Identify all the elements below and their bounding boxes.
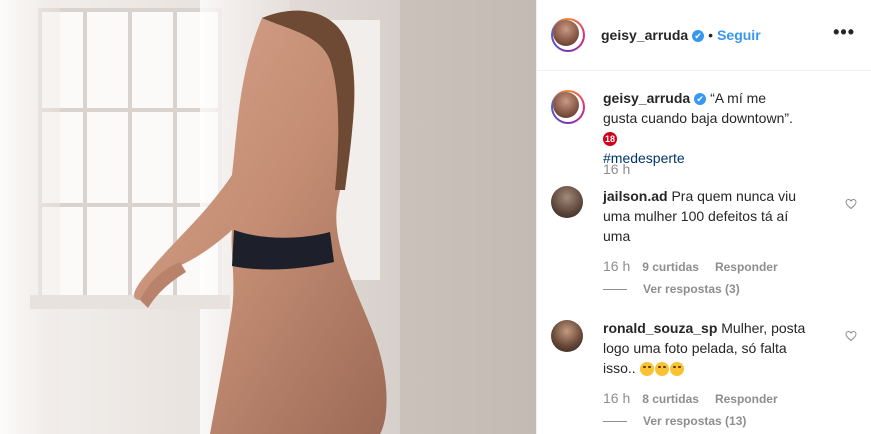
photo-illustration (0, 0, 536, 434)
caption-username[interactable]: geisy_arruda (603, 90, 690, 106)
view-replies-button[interactable]: Ver respostas (3) (603, 282, 740, 296)
comment-time: 16 h (603, 390, 631, 406)
replies-divider (603, 289, 627, 291)
comment-meta: 16 h 9 curtidas Responder (603, 258, 794, 274)
comment-text-block: ronald_souza_sp Mulher, posta logo uma f… (603, 318, 809, 378)
post-side-panel: geisy_arruda ✔ • Seguir ••• geisy_arruda ✔ “… (536, 0, 871, 434)
separator-dot: • (708, 27, 714, 43)
follow-button[interactable]: Seguir (717, 27, 761, 43)
caption-avatar[interactable] (551, 90, 585, 124)
laughing-emoji-icon (654, 362, 669, 377)
caption-time: 16 h (603, 161, 631, 177)
view-replies-label: Ver respostas (13) (643, 414, 747, 428)
view-replies-button[interactable]: Ver respostas (13) (603, 414, 746, 428)
comment-item: jailson.ad Pra quem nunca viu uma mulher… (551, 186, 857, 296)
view-replies-label: Ver respostas (3) (643, 282, 740, 296)
commenter-username[interactable]: ronald_souza_sp (603, 320, 717, 336)
heart-icon[interactable] (845, 330, 857, 342)
comment-meta: 16 h 8 curtidas Responder (603, 390, 794, 406)
verified-icon: ✔ (694, 93, 707, 106)
author-username[interactable]: geisy_arruda (601, 27, 688, 43)
commenter-avatar[interactable] (551, 186, 583, 218)
reply-button[interactable]: Responder (715, 260, 778, 274)
commenter-avatar[interactable] (551, 320, 583, 352)
post-photo[interactable] (0, 0, 536, 434)
comment-time: 16 h (603, 258, 631, 274)
heart-icon[interactable] (845, 198, 857, 210)
laughing-emoji-icon (639, 362, 654, 377)
comment-likes[interactable]: 8 curtidas (642, 392, 699, 406)
post-header: geisy_arruda ✔ • Seguir ••• (537, 0, 871, 71)
age-18-icon: 18 (603, 132, 617, 147)
instagram-post: geisy_arruda ✔ • Seguir ••• geisy_arruda ✔ “… (0, 0, 871, 434)
more-options-icon[interactable]: ••• (833, 22, 855, 43)
caption-text-block: geisy_arruda ✔ “A mí me gusta cuando baja… (603, 88, 803, 168)
laughing-emoji-icon (669, 362, 684, 377)
commenter-username[interactable]: jailson.ad (603, 188, 668, 204)
verified-icon: ✔ (692, 29, 705, 42)
post-caption: geisy_arruda ✔ “A mí me gusta cuando baja… (551, 88, 861, 168)
author-avatar-image (553, 20, 579, 46)
replies-divider (603, 421, 627, 423)
reply-button[interactable]: Responder (715, 392, 778, 406)
comment-likes[interactable]: 9 curtidas (642, 260, 699, 274)
author-line: geisy_arruda ✔ • Seguir (601, 27, 761, 45)
author-avatar[interactable] (551, 18, 585, 52)
caption-avatar-image (553, 92, 579, 118)
comment-text-block: jailson.ad Pra quem nunca viu uma mulher… (603, 186, 809, 246)
comment-item: ronald_souza_sp Mulher, posta logo uma f… (551, 318, 857, 428)
